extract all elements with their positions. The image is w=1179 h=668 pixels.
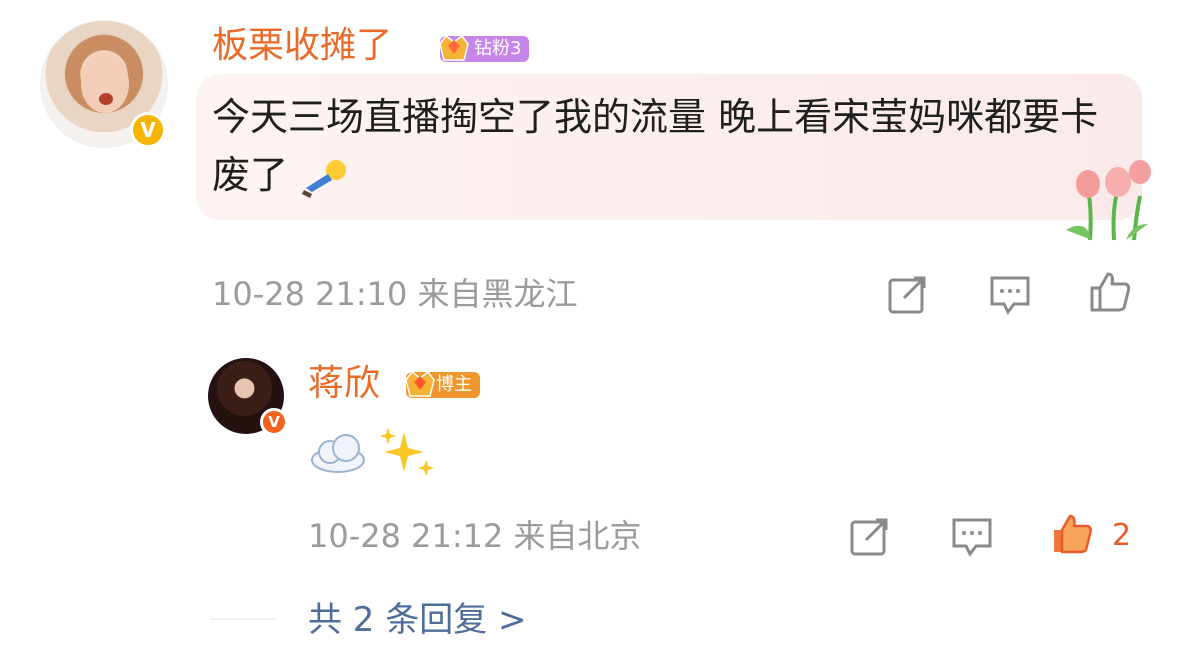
reply-location: 来自北京	[513, 517, 642, 555]
reply-like-count: 2	[1112, 518, 1132, 553]
reply-meta: 10-28 21:12 来自北京	[308, 516, 642, 556]
verified-v-icon: V	[130, 112, 166, 148]
share-icon[interactable]	[884, 270, 932, 318]
reply-comment-icon[interactable]	[948, 512, 996, 560]
reply-emoji-group	[311, 428, 434, 476]
comment-text: 今天三场直播掏空了我的流量 晚上看宋莹妈咪都要卡废了	[212, 88, 1112, 204]
commenter-name[interactable]: 板栗收摊了	[212, 24, 392, 68]
blogger-badge[interactable]: 博主	[405, 370, 480, 398]
reply-liked-icon[interactable]	[1048, 510, 1096, 558]
diamond-crown-icon	[439, 34, 469, 61]
comment-location: 来自黑龙江	[417, 275, 578, 313]
fan-badge-label: 钻粉3	[474, 38, 522, 59]
reply-share-icon[interactable]	[846, 512, 894, 560]
divider	[210, 618, 276, 620]
comment-timestamp: 10-28 21:10	[212, 275, 408, 313]
replier-name[interactable]: 蒋欣	[308, 362, 380, 406]
fan-level-badge[interactable]: 钻粉3	[439, 34, 530, 62]
view-more-replies-link[interactable]: 共 2 条回复 >	[308, 598, 527, 642]
sparkles-emoji	[380, 428, 434, 476]
reply-timestamp: 10-28 21:12	[308, 517, 504, 555]
cloud-emoji	[311, 434, 365, 473]
lying-down-emoji	[302, 159, 347, 198]
verified-v-icon-reply: V	[260, 408, 288, 436]
like-icon[interactable]	[1086, 268, 1134, 316]
comment-meta: 10-28 21:10 来自黑龙江	[212, 274, 578, 314]
blogger-badge-label: 博主	[436, 374, 472, 395]
tulips-decoration	[1066, 160, 1151, 241]
blogger-crown-icon	[405, 370, 435, 397]
comment-icon[interactable]	[986, 270, 1034, 318]
avatar-mouth	[99, 93, 113, 105]
